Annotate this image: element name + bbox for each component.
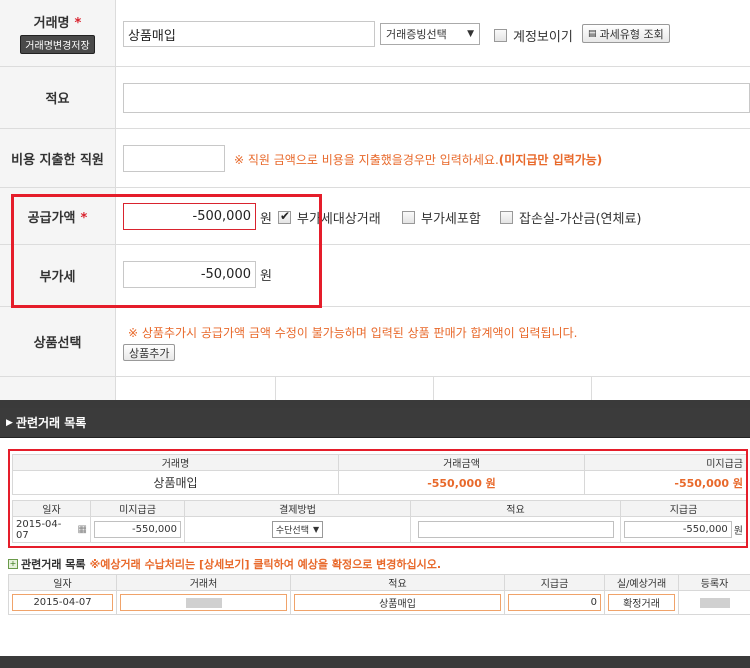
- trade-name-content: 상품매입 거래증빙선택 ▼ 계정보이기 ▤ 과세유형 조회: [116, 0, 750, 66]
- employee-note: ※ 직원 금액으로 비용을 지출했을경우만 입력하세요.(미지급만 입력가능): [234, 151, 602, 168]
- memo-row: 적요: [0, 67, 750, 129]
- memo-content: [116, 67, 750, 128]
- next-row: [0, 377, 750, 400]
- show-account-label: 계정보이기: [513, 30, 573, 45]
- product-row: 상품선택 ※ 상품추가시 공급가액 금액 수정이 불가능하며 입력된 상품 판매…: [0, 307, 750, 377]
- tax-type-button[interactable]: ▤ 과세유형 조회: [582, 24, 670, 43]
- product-label: 상품선택: [0, 307, 116, 376]
- evidence-select-value: 거래증빙선택: [386, 28, 447, 41]
- column-divider: [275, 377, 276, 400]
- related-date[interactable]: 2015-04-07: [12, 594, 113, 611]
- modal-title: 관련거래 목록: [15, 416, 87, 430]
- search-doc-icon: ▤: [588, 28, 597, 39]
- employee-note-bold: (미지급만 입력가능): [498, 153, 603, 167]
- related-header: 거래처: [116, 574, 291, 591]
- show-account-option[interactable]: 계정보이기: [494, 26, 573, 45]
- related-header: 적요: [290, 574, 505, 591]
- related-trades-modal: ▶ 관련거래 목록 거래명 거래금액 미지급금 상품매입 -550,000 원 …: [0, 408, 750, 656]
- trade-name-row: 거래명 * 거래명변경저장 상품매입 거래증빙선택 ▼ 계정보이기 ▤ 과세유형 …: [0, 0, 750, 67]
- misc-loss-label: 잡손실-가산금(연체료): [519, 212, 642, 227]
- add-list-icon: +: [8, 559, 18, 569]
- column-divider: [433, 377, 434, 400]
- related-memo-cell: 상품매입: [290, 590, 505, 615]
- related-partner[interactable]: [120, 594, 287, 611]
- related-header: 일자: [8, 574, 117, 591]
- employee-note-text: ※ 직원 금액으로 비용을 지출했을경우만 입력하세요.: [234, 153, 499, 167]
- table-row[interactable]: 2015-04-07 상품매입 0 확정거래: [8, 590, 750, 615]
- vat-included-checkbox[interactable]: [402, 211, 415, 224]
- related-registrant-cell: [678, 590, 750, 615]
- related-amount[interactable]: 0: [508, 594, 601, 611]
- related-header: 지급금: [504, 574, 605, 591]
- related-list-title-bar: + 관련거래 목록 ※예상거래 수납처리는 [상세보기] 클릭하여 예상을 확정…: [8, 556, 441, 572]
- modal-header: ▶ 관련거래 목록: [0, 408, 750, 438]
- employee-label: 비용 지출한 직원: [0, 129, 116, 187]
- highlight-frame: [11, 194, 322, 308]
- related-list-title: 관련거래 목록: [21, 558, 86, 571]
- redacted-text: [185, 597, 222, 608]
- vat-included-option[interactable]: 부가세포함: [402, 208, 481, 227]
- trade-name-label: 거래명: [33, 16, 70, 31]
- related-type-cell: 확정거래: [604, 590, 679, 615]
- memo-label: 적요: [0, 67, 116, 128]
- related-header: 등록자: [678, 574, 750, 591]
- related-date-cell: 2015-04-07: [8, 590, 117, 615]
- trade-name-input[interactable]: 상품매입: [123, 21, 375, 47]
- related-memo[interactable]: 상품매입: [294, 594, 501, 611]
- related-partner-cell: [116, 590, 291, 615]
- add-product-button[interactable]: 상품추가: [123, 344, 176, 361]
- misc-loss-checkbox[interactable]: [500, 211, 513, 224]
- vat-included-label: 부가세포함: [421, 212, 481, 227]
- required-mark: *: [74, 16, 82, 31]
- dropdown-arrow-icon: ▼: [467, 29, 474, 39]
- related-type[interactable]: 확정거래: [608, 594, 675, 611]
- trade-form: 거래명 * 거래명변경저장 상품매입 거래증빙선택 ▼ 계정보이기 ▤ 과세유형 …: [0, 0, 750, 400]
- modal-highlight-frame: [8, 449, 748, 548]
- employee-input[interactable]: [123, 145, 225, 172]
- next-row-label: [0, 377, 116, 400]
- save-trade-name-button[interactable]: 거래명변경저장: [20, 35, 95, 54]
- tax-type-button-label: 과세유형 조회: [599, 27, 664, 41]
- column-divider: [591, 377, 592, 400]
- related-amount-cell: 0: [504, 590, 605, 615]
- employee-row: 비용 지출한 직원 ※ 직원 금액으로 비용을 지출했을경우만 입력하세요.(미…: [0, 129, 750, 188]
- evidence-select[interactable]: 거래증빙선택 ▼: [380, 23, 480, 45]
- related-table: 일자 거래처 적요 지급금 실/예상거래 등록자 2015-04-07 상품매입…: [8, 574, 750, 615]
- product-content: ※ 상품추가시 공급가액 금액 수정이 불가능하며 입력된 상품 판매가 합계액…: [116, 307, 750, 376]
- employee-content: ※ 직원 금액으로 비용을 지출했을경우만 입력하세요.(미지급만 입력가능): [116, 129, 750, 187]
- related-list-note: ※예상거래 수납처리는 [상세보기] 클릭하여 예상을 확정으로 변경하십시오.: [89, 558, 442, 571]
- show-account-checkbox[interactable]: [494, 29, 507, 42]
- misc-loss-option[interactable]: 잡손실-가산금(연체료): [500, 208, 641, 227]
- related-header: 실/예상거래: [604, 574, 679, 591]
- triangle-right-icon: ▶: [6, 417, 13, 428]
- overlay-band: [0, 400, 750, 408]
- memo-input[interactable]: [123, 83, 750, 113]
- trade-name-label-cell: 거래명 * 거래명변경저장: [0, 0, 116, 66]
- overlay-band: [0, 656, 750, 668]
- redacted-text: [699, 598, 730, 608]
- product-note: ※ 상품추가시 공급가액 금액 수정이 불가능하며 입력된 상품 판매가 합계액…: [128, 326, 578, 340]
